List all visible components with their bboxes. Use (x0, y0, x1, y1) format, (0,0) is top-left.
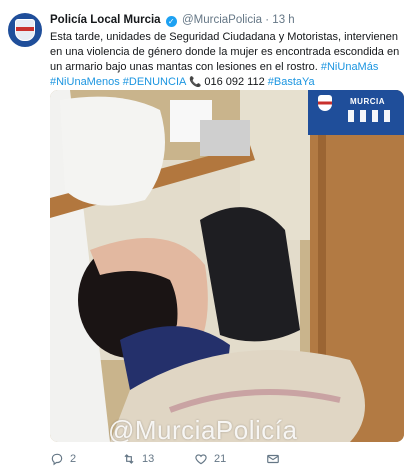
tweet-text: Esta tarde, unidades de Seguridad Ciudad… (50, 30, 402, 90)
police-crest-icon (15, 19, 35, 41)
retweet-count: 13 (142, 453, 155, 465)
avatar[interactable] (8, 13, 42, 47)
checkered-band (348, 110, 392, 122)
tweet: Policía Local Murcia ✓ @MurciaPolicia · … (0, 0, 414, 475)
like-count: 21 (214, 453, 227, 465)
police-badge: MURCIA (308, 90, 404, 135)
photo-watermark: @MurciaPolicía (108, 415, 298, 442)
like-button[interactable]: 21 (194, 452, 266, 466)
hashtag-link[interactable]: #NiUnaMenos (50, 76, 120, 88)
retweet-icon (124, 454, 134, 464)
tweet-header: Policía Local Murcia ✓ @MurciaPolicia · … (50, 14, 406, 27)
photo-scene (50, 90, 404, 442)
hashtag-link[interactable]: #BastaYa (268, 76, 315, 88)
phone-emoji-icon: 📞 (186, 77, 205, 88)
badge-title: MURCIA (350, 97, 385, 106)
reply-button[interactable]: 2 (50, 452, 122, 466)
account-handle[interactable]: @MurciaPolicia (182, 14, 262, 26)
reply-count: 2 (70, 453, 77, 465)
tweet-photo[interactable]: MURCIA @MurciaPolicía (50, 90, 404, 442)
hashtag-link[interactable]: #NiUnaMás (321, 61, 378, 73)
direct-message-button[interactable] (266, 452, 286, 466)
reply-icon (51, 453, 63, 466)
account-name[interactable]: Policía Local Murcia (50, 14, 161, 26)
separator: · (265, 14, 270, 26)
retweet-button[interactable]: 13 (122, 452, 194, 466)
tweet-actions: 2 13 21 (50, 451, 350, 467)
hashtag-link[interactable]: #DENUNCIA (123, 76, 187, 88)
shield-icon (318, 95, 332, 111)
timestamp[interactable]: 13 h (272, 14, 294, 26)
heart-icon (195, 454, 207, 465)
tweet-text-segment: 016 092 112 (204, 76, 268, 88)
envelope-icon (267, 454, 279, 464)
verified-badge-icon: ✓ (165, 16, 177, 27)
